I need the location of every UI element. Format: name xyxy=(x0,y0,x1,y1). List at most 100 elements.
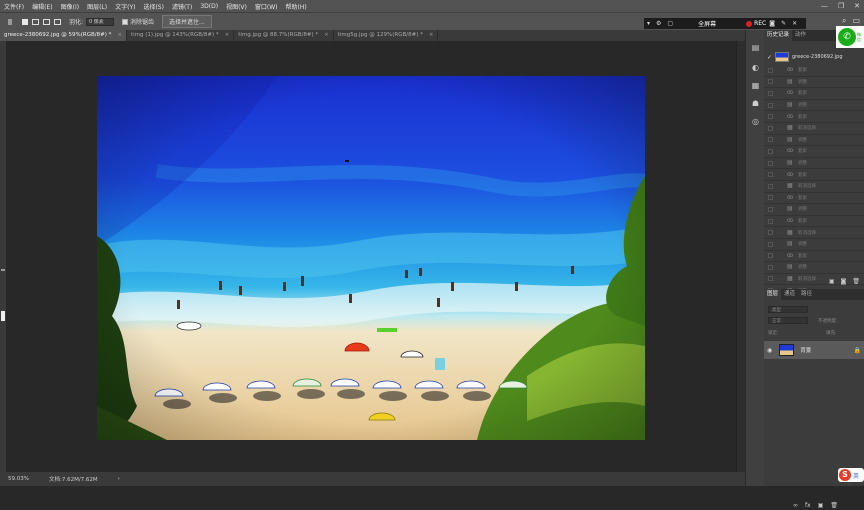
add-selection-icon[interactable] xyxy=(32,18,39,25)
minimize-button[interactable]: — xyxy=(821,2,828,10)
history-step[interactable]: ꝏ 套索 xyxy=(764,216,864,228)
history-step[interactable]: ▦ 取消选择 xyxy=(764,181,864,193)
new-layer-icon[interactable]: ▣ xyxy=(818,502,824,509)
ime-mode-label[interactable]: 英 xyxy=(853,471,859,480)
history-step[interactable]: ▦ 取消选择 xyxy=(764,227,864,239)
history-brush-source-box[interactable] xyxy=(768,183,773,189)
history-step[interactable]: ▤ 调整 xyxy=(764,262,864,274)
delete-state-icon[interactable]: 🗑 xyxy=(852,278,860,285)
tab-paths[interactable]: 路径 xyxy=(798,289,815,300)
feather-input[interactable] xyxy=(86,17,115,26)
history-step[interactable]: ꝏ 套索 xyxy=(764,193,864,205)
history-step[interactable]: ꝏ 套索 xyxy=(764,111,864,123)
history-step[interactable]: ꝏ 套索 xyxy=(764,146,864,158)
tab-timg5g[interactable]: timg5g.jpg @ 129%(RGB/8#) * × xyxy=(334,30,439,41)
history-brush-source-box[interactable] xyxy=(768,206,773,212)
history-step[interactable]: ▤ 调整 xyxy=(764,158,864,170)
tab-actions[interactable]: 动作 xyxy=(792,30,809,41)
layer-style-icon[interactable]: fx xyxy=(805,502,811,509)
history-brush-source-box[interactable] xyxy=(768,114,773,120)
history-snapshot[interactable]: ✓ greece-2380692.jpg xyxy=(764,50,864,64)
menu-layer[interactable]: 图层(L) xyxy=(83,2,111,11)
menu-type[interactable]: 文字(Y) xyxy=(111,2,139,11)
layer-row-background[interactable]: ◉ 背景 🔒 xyxy=(764,341,864,359)
tab-close-icon[interactable]: × xyxy=(117,32,122,38)
tab-history[interactable]: 历史记录 xyxy=(764,30,793,41)
recorder-window-icon[interactable]: ▢ xyxy=(667,20,673,27)
select-and-mask-button[interactable]: 选择并遮住... xyxy=(162,15,212,28)
menu-file[interactable]: 文件(F) xyxy=(0,2,28,11)
search-icon[interactable]: ⌕ xyxy=(842,16,846,26)
camera-icon[interactable]: ◙ xyxy=(769,20,775,27)
tab-close-icon[interactable]: × xyxy=(324,32,329,38)
history-panel-icon[interactable]: ▤ xyxy=(751,44,760,52)
brush-panel-icon[interactable]: ◐ xyxy=(751,64,760,72)
lock-icon[interactable]: 🔒 xyxy=(854,347,861,354)
wechat-float-widget[interactable]: ✆ 微信 xyxy=(836,26,864,48)
antialias-checkbox[interactable] xyxy=(122,18,129,25)
history-brush-source-box[interactable] xyxy=(768,230,773,236)
new-selection-icon[interactable] xyxy=(22,18,28,25)
tab-layers[interactable]: 图层 xyxy=(764,289,782,300)
delete-layer-icon[interactable]: 🗑 xyxy=(830,502,838,509)
history-brush-source-box[interactable] xyxy=(768,264,773,270)
toolbox-collapse-icon[interactable] xyxy=(1,269,5,271)
link-layers-icon[interactable]: ∞ xyxy=(793,502,798,509)
recorder-settings-icon[interactable]: ⚙ xyxy=(656,20,661,27)
history-brush-source-box[interactable] xyxy=(768,172,773,178)
sogou-ime-widget[interactable]: S 英 xyxy=(838,468,864,482)
history-step[interactable]: ꝏ 套索 xyxy=(764,65,864,77)
history-brush-source-box[interactable] xyxy=(768,137,773,143)
tab-greece[interactable]: greece-2380692.jpg @ 59%(RGB/8#) * × xyxy=(0,30,127,41)
history-brush-source-box[interactable] xyxy=(768,241,773,247)
blend-mode-select[interactable]: 正常 xyxy=(768,317,808,324)
tool-marker-icon[interactable] xyxy=(1,311,5,321)
history-brush-source-box[interactable] xyxy=(768,67,773,73)
pen-icon[interactable]: ✎ xyxy=(781,20,786,27)
tab-timg[interactable]: timg.jpg @ 88.7%(RGB/8#) * × xyxy=(234,30,334,41)
menu-filter[interactable]: 滤镜(T) xyxy=(168,2,196,11)
rec-label[interactable]: REC xyxy=(754,20,766,27)
paths-panel-icon[interactable]: ◎ xyxy=(751,118,760,126)
recorder-menu-icon[interactable]: ▾ xyxy=(647,20,650,27)
menu-3d[interactable]: 3D(D) xyxy=(196,3,222,10)
history-brush-source-box[interactable] xyxy=(768,218,773,224)
history-brush-source-box[interactable] xyxy=(768,195,773,201)
history-brush-source-box[interactable] xyxy=(768,90,773,96)
menu-image[interactable]: 图像(I) xyxy=(57,2,83,11)
intersect-selection-icon[interactable] xyxy=(54,18,61,25)
fullscreen-label[interactable]: 全屏幕 xyxy=(698,19,716,28)
history-step[interactable]: ꝏ 套索 xyxy=(764,88,864,100)
menu-view[interactable]: 视图(V) xyxy=(222,2,251,11)
history-brush-source-box[interactable] xyxy=(768,102,773,108)
layer-filter-select[interactable]: 类型 xyxy=(768,306,808,313)
tab-channels[interactable]: 通道 xyxy=(781,289,798,300)
zoom-level[interactable]: 59.03% xyxy=(8,476,29,482)
history-step[interactable]: ꝏ 套索 xyxy=(764,251,864,263)
clone-source-icon[interactable]: ☗ xyxy=(751,100,760,108)
history-step[interactable]: ▤ 调整 xyxy=(764,135,864,147)
restore-button[interactable]: ❐ xyxy=(838,2,844,10)
history-brush-source-box[interactable] xyxy=(768,125,773,131)
tool-preset-icon[interactable] xyxy=(8,18,12,25)
menu-edit[interactable]: 编辑(E) xyxy=(28,2,56,11)
history-step[interactable]: ▦ 取消选择 xyxy=(764,123,864,135)
subtract-selection-icon[interactable] xyxy=(43,18,50,25)
history-brush-source-box[interactable] xyxy=(768,160,773,166)
eye-icon[interactable]: ◉ xyxy=(767,347,772,354)
menu-window[interactable]: 窗口(W) xyxy=(251,2,282,11)
close-button[interactable]: ✕ xyxy=(854,2,860,10)
recorder-close-icon[interactable]: ✕ xyxy=(792,20,797,27)
tab-close-icon[interactable]: × xyxy=(429,32,434,38)
status-menu-arrow[interactable]: › xyxy=(118,476,120,482)
history-step[interactable]: ꝏ 套索 xyxy=(764,169,864,181)
workspace-icon[interactable]: ▭ xyxy=(852,16,860,25)
snapshot-camera-icon[interactable]: ◙ xyxy=(841,278,847,285)
new-doc-from-state-icon[interactable]: ▣ xyxy=(829,278,835,285)
document-image[interactable] xyxy=(97,76,645,440)
menu-help[interactable]: 帮助(H) xyxy=(282,2,311,11)
history-brush-source-box[interactable] xyxy=(768,253,773,259)
grid-panel-icon[interactable]: ▦ xyxy=(751,82,760,90)
tab-close-icon[interactable]: × xyxy=(225,32,230,38)
menu-select[interactable]: 选择(S) xyxy=(139,2,168,11)
